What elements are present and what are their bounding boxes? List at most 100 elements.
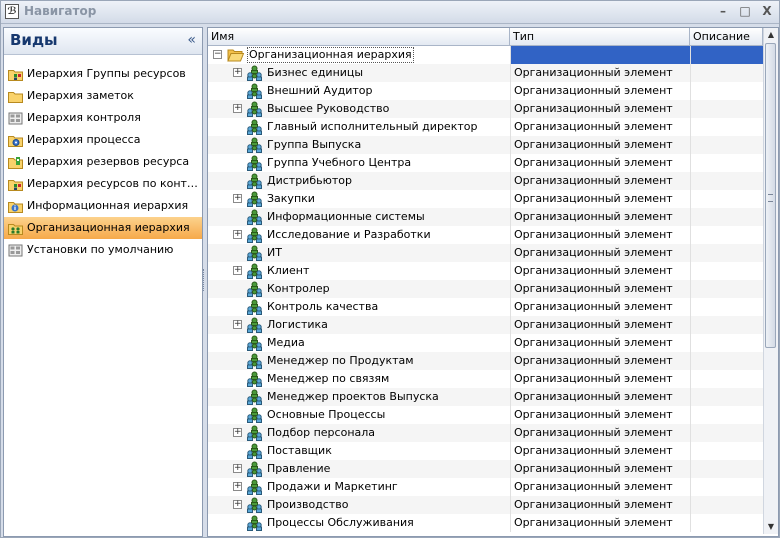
expand-node-button[interactable]: + [233,68,242,77]
hierarchy-grid: Имя Тип Описание − Организационная иерарх… [207,27,779,537]
table-row[interactable]: Информационные системы Организационный эл… [208,208,763,226]
type-cell: Организационный элемент [510,370,690,388]
type-cell: Организационный элемент [510,514,690,532]
node-label: Информационные системы [267,210,425,223]
type-cell: Организационный элемент [510,316,690,334]
type-cell: Организационный элемент [510,424,690,442]
expand-node-button[interactable]: + [233,500,242,509]
type-cell: Организационный элемент [510,478,690,496]
description-cell [690,226,764,244]
name-cell: + Исследование и Разработки [208,226,510,244]
table-row[interactable]: Менеджер по Продуктам Организационный эле… [208,352,763,370]
node-label: Высшее Руководство [267,102,390,115]
table-row[interactable]: Менеджер проектов Выпуска Организационный… [208,388,763,406]
view-item[interactable]: Установки по умолчанию [4,239,202,261]
column-type-header[interactable]: Тип [510,28,690,45]
vertical-scrollbar[interactable]: ▲ ▼ [763,28,778,534]
node-label: Поставщик [267,444,332,457]
table-row[interactable]: Группа Выпуска Организационный элемент [208,136,763,154]
scroll-up-button[interactable]: ▲ [764,28,778,42]
expand-node-button[interactable]: + [233,194,242,203]
table-row[interactable]: − Организационная иерархия [208,46,764,64]
org-unit-icon [246,245,263,261]
table-row[interactable]: + Подбор персонала Организационный элемент [208,424,763,442]
view-item[interactable]: Иерархия резервов ресурса [4,151,202,173]
scroll-thumb-grip [768,194,773,202]
table-row[interactable]: + Продажи и Маркетинг Организационный элем… [208,478,763,496]
expand-node-button[interactable]: + [233,428,242,437]
table-row[interactable]: Менеджер по связям Организационный элемен… [208,370,763,388]
column-name-header[interactable]: Имя [208,28,510,45]
view-item[interactable]: Организационная иерархия [4,217,202,239]
expand-node-button[interactable]: + [233,482,242,491]
name-cell: + Бизнес единицы [208,64,510,82]
collapse-panel-button[interactable]: « [187,32,196,48]
table-row[interactable]: Основные Процессы Организационный элемент [208,406,763,424]
column-description-header[interactable]: Описание [690,28,763,45]
table-row[interactable]: + Бизнес единицы Организационный элемент [208,64,763,82]
table-row[interactable]: + Производство Организационный элемент [208,496,763,514]
name-cell: Контролер [208,280,510,298]
title-bar[interactable]: ℬ Навигатор – □ X [1,1,779,24]
node-label: Правление [267,462,331,475]
table-row[interactable]: Контроль качества Организационный элемент [208,298,763,316]
table-row[interactable]: + Высшее Руководство Организационный элеме… [208,100,763,118]
collapse-node-button[interactable]: − [213,50,222,59]
table-row[interactable]: Главный исполнительный директор Организац… [208,118,763,136]
minimize-button[interactable]: – [715,4,731,19]
type-cell: Организационный элемент [510,82,690,100]
table-row[interactable]: + Логистика Организационный элемент [208,316,763,334]
node-label: Группа Выпуска [267,138,362,151]
table-row[interactable]: + Клиент Организационный элемент [208,262,763,280]
description-cell [690,370,764,388]
scroll-down-button[interactable]: ▼ [764,520,778,534]
description-cell [690,244,764,262]
view-item[interactable]: Иерархия процесса [4,129,202,151]
type-cell: Организационный элемент [510,118,690,136]
name-cell: + Продажи и Маркетинг [208,478,510,496]
view-item[interactable]: Иерархия заметок [4,85,202,107]
node-label: Бизнес единицы [267,66,364,79]
node-label: Производство [267,498,349,511]
scroll-thumb[interactable] [765,43,776,348]
org-unit-icon [246,461,263,477]
type-cell: Организационный элемент [510,406,690,424]
node-label: Основные Процессы [267,408,386,421]
table-row[interactable]: Группа Учебного Центра Организационный эл… [208,154,763,172]
view-item[interactable]: Иерархия ресурсов по контрол... [4,173,202,195]
table-row[interactable]: Процессы Обслуживания Организационный эле… [208,514,763,532]
description-cell [690,262,764,280]
expand-node-button[interactable]: + [233,464,242,473]
node-label: Закупки [267,192,315,205]
table-row[interactable]: Дистрибьютор Организационный элемент [208,172,763,190]
description-cell [690,496,764,514]
view-item[interactable]: Информационная иерархия [4,195,202,217]
table-row[interactable]: Медиа Организационный элемент [208,334,763,352]
type-cell: Организационный элемент [510,280,690,298]
close-button[interactable]: X [759,4,775,19]
table-row[interactable]: Контролер Организационный элемент [208,280,763,298]
name-cell: Главный исполнительный директор [208,118,510,136]
org-unit-icon [246,227,263,243]
table-row[interactable]: ИТ Организационный элемент [208,244,763,262]
node-label: Медиа [267,336,305,349]
description-cell [690,298,764,316]
name-cell: Контроль качества [208,298,510,316]
name-cell: Основные Процессы [208,406,510,424]
node-label: Логистика [267,318,328,331]
expand-node-button[interactable]: + [233,230,242,239]
description-cell [690,424,764,442]
table-row[interactable]: Поставщик Организационный элемент [208,442,763,460]
name-cell: Менеджер по Продуктам [208,352,510,370]
table-row[interactable]: + Исследование и Разработки Организационны… [208,226,763,244]
maximize-button[interactable]: □ [737,4,753,19]
table-row[interactable]: + Правление Организационный элемент [208,460,763,478]
expand-node-button[interactable]: + [233,104,242,113]
expand-node-button[interactable]: + [233,320,242,329]
view-item[interactable]: Иерархия контроля [4,107,202,129]
table-row[interactable]: Внешний Аудитор Организационный элемент [208,82,763,100]
type-cell: Организационный элемент [510,64,690,82]
view-item[interactable]: Иерархия Группы ресурсов [4,63,202,85]
table-row[interactable]: + Закупки Организационный элемент [208,190,763,208]
expand-node-button[interactable]: + [233,266,242,275]
